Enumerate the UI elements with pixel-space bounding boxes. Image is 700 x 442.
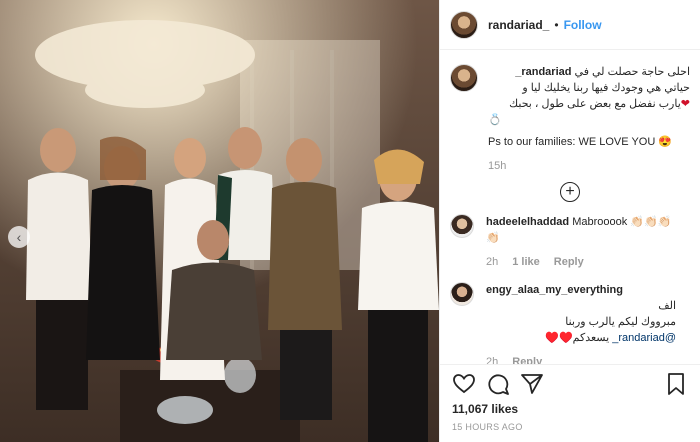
caption-line-1: احلى حاجة حصلت لي في xyxy=(574,66,690,78)
comment-time[interactable]: 2h xyxy=(486,254,498,270)
heart-emoji: ❤ xyxy=(680,98,690,110)
post-timestamp: 15 HOURS AGO xyxy=(452,422,523,432)
group-photo-image xyxy=(0,0,439,442)
comment-third-line: @randariad_ يسعدكم♥️♥️ xyxy=(486,330,676,346)
comment-first-line: engy_alaa_my_everything xyxy=(486,282,676,298)
heart-icon[interactable] xyxy=(452,372,476,396)
comment-username[interactable]: engy_alaa_my_everything xyxy=(486,284,623,296)
comment-likes[interactable]: 1 like xyxy=(512,254,540,270)
post-header: randariad_ • Follow xyxy=(440,0,700,50)
avatar[interactable] xyxy=(450,214,474,238)
caption-line-4: Ps to our families: WE LOVE YOU 😍 xyxy=(488,136,673,148)
avatar[interactable] xyxy=(450,282,474,306)
ring-emoji: 💍 xyxy=(488,114,502,126)
comment-text-line-1: الف xyxy=(658,300,676,312)
avatar[interactable] xyxy=(450,10,478,39)
plus-circle-icon[interactable]: + xyxy=(560,182,580,202)
chevron-left-icon[interactable]: ‹ xyxy=(8,226,30,248)
action-bar xyxy=(440,364,700,402)
bookmark-icon[interactable] xyxy=(664,372,688,396)
instagram-post: ‹ randariad_ • Follow احلى حاجة حصلت لي … xyxy=(0,0,700,442)
caption-third-line: ❤يارب نفضل مع بعض على طول ، بحبك xyxy=(488,96,690,112)
caption-time[interactable]: 15h xyxy=(488,158,690,174)
share-icon[interactable] xyxy=(520,372,544,396)
separator-dot: • xyxy=(554,17,559,32)
caption-first-line: احلى حاجة حصلت لي في randariad_ xyxy=(488,64,690,80)
comment-time[interactable]: 2h xyxy=(486,354,498,364)
post-sidebar: randariad_ • Follow احلى حاجة حصلت لي في… xyxy=(439,0,700,442)
caption-line-2: حياتي هي وجودك فيها ربنا يخليك ليا و xyxy=(522,82,690,94)
reply-button[interactable]: Reply xyxy=(512,354,542,364)
comment-item: engy_alaa_my_everything الف مبرووك ليكم … xyxy=(450,282,690,364)
comment-username[interactable]: hadeelelhaddad xyxy=(486,216,569,228)
caption-body: احلى حاجة حصلت لي في randariad_ حياتي هي… xyxy=(488,64,690,174)
comment-icon[interactable] xyxy=(486,372,510,396)
comment-meta: 2h 1 like Reply xyxy=(486,254,676,270)
caption-line-3: يارب نفضل مع بعض على طول ، بحبك xyxy=(509,98,681,110)
comment-text-line-2: مبرووك ليكم يالرب وربنا xyxy=(565,316,676,328)
comment-mention[interactable]: @randariad_ xyxy=(612,332,676,344)
header-username[interactable]: randariad_ xyxy=(488,18,549,32)
comment-item: hadeelelhaddad Mabrooook 👏🏻👏🏻👏🏻👏🏻 2h 1 l… xyxy=(450,214,690,270)
follow-button[interactable]: Follow xyxy=(564,18,602,32)
post-photo[interactable]: ‹ xyxy=(0,0,439,442)
comment-meta: 2h Reply xyxy=(486,354,676,364)
reply-button[interactable]: Reply xyxy=(554,254,584,270)
likes-count[interactable]: 11,067 likes xyxy=(440,402,700,416)
comment-body: engy_alaa_my_everything الف مبرووك ليكم … xyxy=(486,282,676,364)
caption: احلى حاجة حصلت لي في randariad_ حياتي هي… xyxy=(450,64,690,174)
avatar[interactable] xyxy=(450,64,478,92)
comments-section: احلى حاجة حصلت لي في randariad_ حياتي هي… xyxy=(440,50,700,364)
caption-username[interactable]: randariad_ xyxy=(515,66,571,78)
load-more-row: + xyxy=(450,182,690,202)
comment-body: hadeelelhaddad Mabrooook 👏🏻👏🏻👏🏻👏🏻 2h 1 l… xyxy=(486,214,676,270)
comment-text-line-3: يسعدكم♥️♥️ xyxy=(545,332,610,344)
